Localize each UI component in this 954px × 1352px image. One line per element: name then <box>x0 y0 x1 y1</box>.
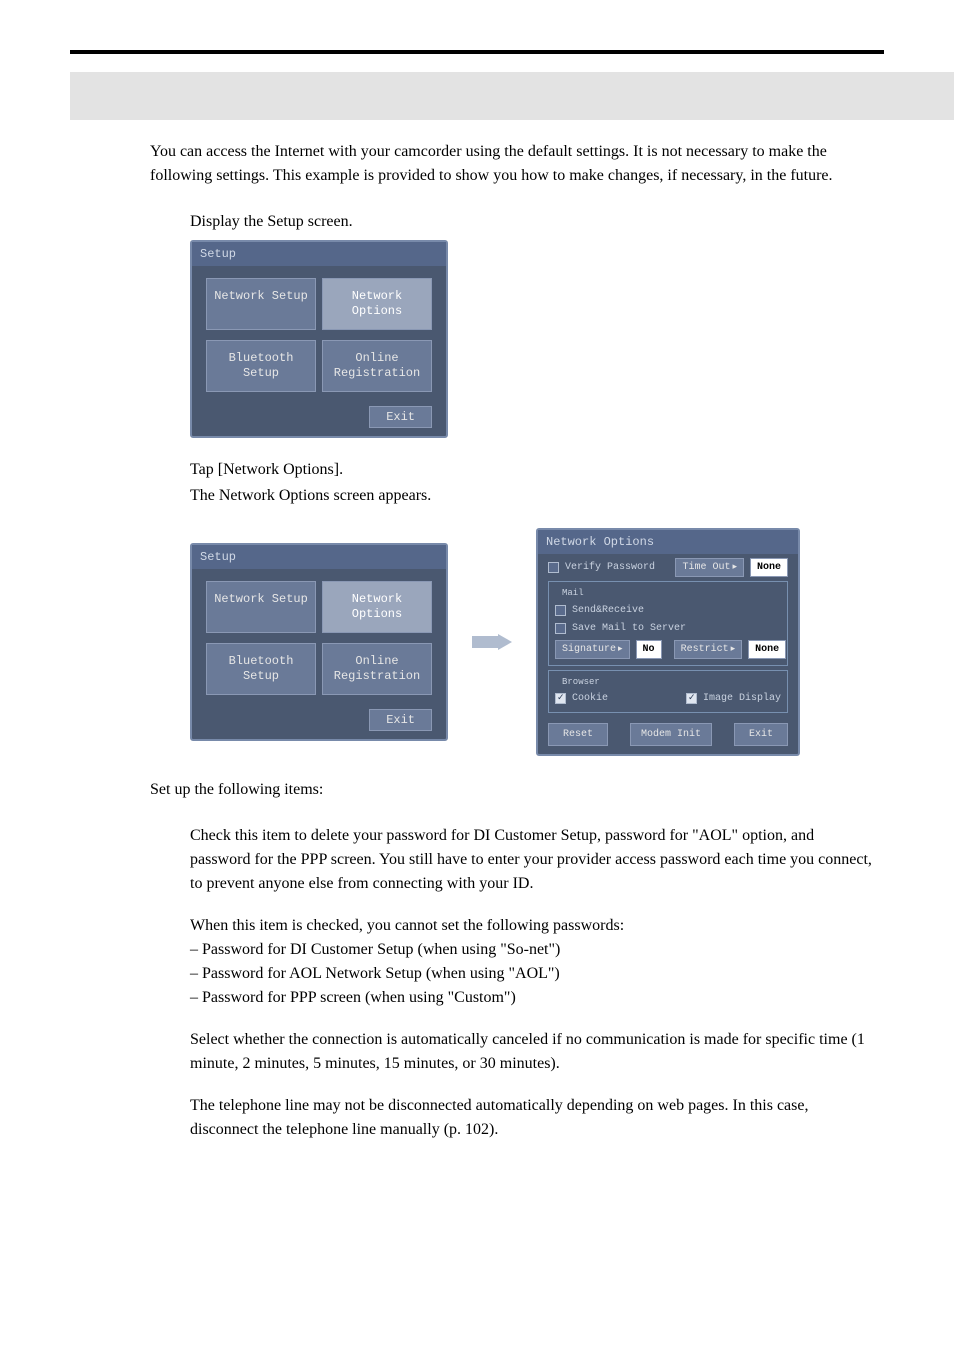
verify-note-block: When this item is checked, you cannot se… <box>190 914 874 1010</box>
cookie-checkbox[interactable] <box>555 693 566 704</box>
online-registration-button[interactable]: Online Registration <box>322 340 432 392</box>
network-setup-button[interactable]: Network Setup <box>206 581 316 633</box>
mail-legend: Mail <box>559 587 587 601</box>
save-mail-label: Save Mail to Server <box>572 621 686 636</box>
send-receive-label: Send&Receive <box>572 603 644 618</box>
verify-password-checkbox[interactable] <box>548 562 559 573</box>
verify-password-label: Verify Password <box>565 560 655 575</box>
signature-value: No <box>636 640 662 659</box>
exit-button[interactable]: Exit <box>369 709 432 731</box>
image-display-checkbox[interactable] <box>686 693 697 704</box>
time-out-desc: Select whether the connection is automat… <box>190 1028 874 1076</box>
image-display-label: Image Display <box>703 691 781 706</box>
reset-button[interactable]: Reset <box>548 723 608 746</box>
exit-button[interactable]: Exit <box>734 723 788 746</box>
step-2-line2: The Network Options screen appears. <box>190 484 874 508</box>
signature-button[interactable]: Signature <box>555 640 630 659</box>
verify-password-desc: Check this item to delete your password … <box>190 824 874 896</box>
network-options-button[interactable]: Network Options <box>322 581 432 633</box>
section-heading-band <box>70 72 884 120</box>
top-rule <box>70 50 884 54</box>
send-receive-checkbox[interactable] <box>555 605 566 616</box>
cookie-label: Cookie <box>572 691 608 706</box>
network-options-button[interactable]: Network Options <box>322 278 432 330</box>
setup-screenshot-1: Setup Network Setup Network Options Blue… <box>190 240 874 438</box>
screenshot-transition-row: Setup Network Setup Network Options Blue… <box>190 528 884 756</box>
window-title: Network Options <box>538 530 798 554</box>
time-out-value: None <box>750 558 788 577</box>
bluetooth-setup-button[interactable]: Bluetooth Setup <box>206 340 316 392</box>
setup-screenshot-2: Setup Network Setup Network Options Blue… <box>190 543 448 741</box>
modem-init-button[interactable]: Modem Init <box>630 723 712 746</box>
bullet-2: – Password for AOL Network Setup (when u… <box>190 962 874 986</box>
bullet-3: – Password for PPP screen (when using "C… <box>190 986 874 1010</box>
network-setup-button[interactable]: Network Setup <box>206 278 316 330</box>
step-2-line1: Tap [Network Options]. <box>190 458 874 482</box>
time-out-button[interactable]: Time Out <box>675 558 744 577</box>
disconnect-note: The telephone line may not be disconnect… <box>190 1094 874 1142</box>
bluetooth-setup-button[interactable]: Bluetooth Setup <box>206 643 316 695</box>
step-1: Display the Setup screen. <box>190 210 874 234</box>
verify-note: When this item is checked, you cannot se… <box>190 914 874 938</box>
browser-group: Browser Cookie Image Display <box>548 670 788 714</box>
save-mail-checkbox[interactable] <box>555 623 566 634</box>
restrict-button[interactable]: Restrict <box>674 640 743 659</box>
arrow-right-icon <box>472 634 512 650</box>
mail-group: Mail Send&Receive Save Mail to Server Si… <box>548 581 788 666</box>
online-registration-button[interactable]: Online Registration <box>322 643 432 695</box>
restrict-value: None <box>748 640 786 659</box>
network-options-screenshot: Network Options Verify Password Time Out… <box>536 528 800 756</box>
exit-button[interactable]: Exit <box>369 406 432 428</box>
browser-legend: Browser <box>559 676 603 690</box>
intro-text: You can access the Internet with your ca… <box>150 140 874 188</box>
window-title: Setup <box>192 242 446 266</box>
window-title: Setup <box>192 545 446 569</box>
bullet-1: – Password for DI Customer Setup (when u… <box>190 938 874 962</box>
set-following: Set up the following items: <box>150 778 874 802</box>
